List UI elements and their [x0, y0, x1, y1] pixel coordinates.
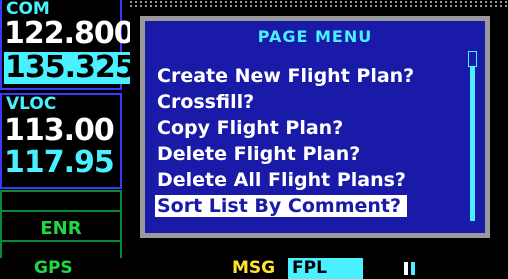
page-indicator-other: [411, 262, 415, 275]
page-menu-title: PAGE MENU: [257, 27, 373, 46]
message-annunciator[interactable]: MSG: [232, 258, 275, 279]
vloc-active-frequency: 113.00: [4, 113, 115, 148]
menu-item-crossfill[interactable]: Crossfill?: [157, 91, 254, 113]
annunciator-slot: [0, 240, 122, 258]
vloc-standby-frequency[interactable]: 117.95: [4, 147, 115, 179]
menu-item-copy-flight-plan[interactable]: Copy Flight Plan?: [157, 117, 343, 139]
page-group-label: FPL: [288, 258, 363, 279]
menu-item-delete-all-flight-plans[interactable]: Delete All Flight Plans?: [157, 169, 406, 191]
com-radio-window[interactable]: COM 122.800 135.325: [0, 0, 138, 90]
radio-panel: COM 122.800 135.325 VLOC 113.00 117.95 E…: [0, 0, 138, 279]
gps-annunciator: GPS: [34, 258, 73, 278]
menu-scrollbar[interactable]: [468, 51, 477, 221]
menu-item-sort-list-by-comment[interactable]: Sort List By Comment?: [155, 195, 408, 217]
menu-scroll-thumb[interactable]: [468, 51, 477, 67]
page-indicator-current: [404, 262, 408, 275]
vloc-label: VLOC: [6, 94, 57, 114]
menu-item-create-new-flight-plan[interactable]: Create New Flight Plan?: [157, 65, 414, 87]
menu-item-delete-flight-plan[interactable]: Delete Flight Plan?: [157, 143, 360, 165]
com-active-frequency: 122.800: [4, 16, 135, 51]
page-menu-popup: PAGE MENU Create New Flight Plan? Crossf…: [140, 16, 490, 238]
com-standby-frequency[interactable]: 135.325: [4, 52, 138, 84]
status-bar: GPS MSG FPL: [0, 258, 508, 279]
vloc-radio-window[interactable]: VLOC 113.00 117.95: [0, 93, 122, 189]
